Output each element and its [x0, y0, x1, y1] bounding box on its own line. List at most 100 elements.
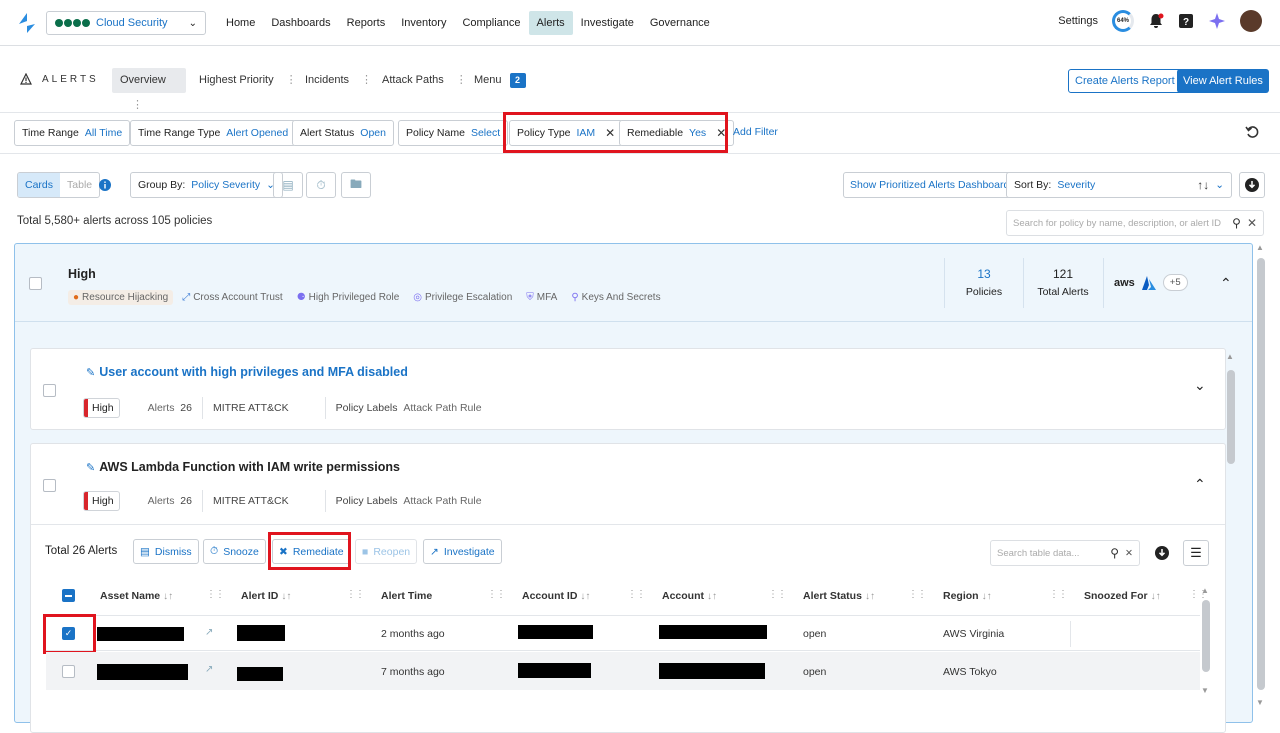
filter-policy-name[interactable]: Policy Name Select [398, 120, 509, 146]
drag-handle-icon[interactable]: ⋮⋮ [206, 589, 225, 600]
table-scrollbar[interactable] [1202, 600, 1210, 672]
external-link-icon[interactable]: ↗ [205, 627, 213, 638]
page-scrollbar[interactable] [1257, 258, 1265, 690]
tab-attack-paths[interactable]: Attack Paths ⋮ [374, 68, 467, 93]
col-alert-id[interactable]: Alert ID ↓↑ [241, 582, 291, 610]
policy-title[interactable]: User account with high privileges and MF… [99, 365, 408, 379]
table-row[interactable] [46, 617, 1200, 651]
filter-time-range-type[interactable]: Time Range Type Alert Opened [130, 120, 297, 146]
drag-handle-icon[interactable]: ⋮⋮ [487, 589, 506, 600]
group-scrollbar[interactable] [1227, 370, 1235, 464]
nav-reports[interactable]: Reports [339, 11, 394, 35]
sort-icon[interactable]: ↓↑ [580, 591, 590, 602]
col-snoozed-for[interactable]: Snoozed For ↓↑ [1084, 582, 1161, 610]
tab-menu[interactable]: Menu 2 [466, 68, 534, 93]
kebab-icon[interactable]: ⋮ [361, 68, 372, 93]
app-logo-icon[interactable] [16, 12, 38, 34]
nav-governance[interactable]: Governance [642, 11, 718, 35]
sort-icon[interactable]: ↓↑ [707, 591, 717, 602]
group-checkbox[interactable] [29, 277, 42, 290]
progress-gauge[interactable]: 64% [1112, 10, 1134, 32]
policy-search-input[interactable]: Search for policy by name, description, … [1006, 210, 1264, 236]
drag-handle-icon[interactable]: ⋮⋮ [1049, 589, 1068, 600]
sort-icon[interactable]: ↓↑ [865, 591, 875, 602]
scroll-up-icon[interactable]: ▲ [1256, 243, 1264, 252]
archive-icon[interactable]: ▤ [273, 172, 303, 198]
policy-card[interactable]: ✎ User account with high privileges and … [30, 348, 1226, 430]
sort-by-select[interactable]: Sort By: Severity ↑↓ ⌄ [1006, 172, 1232, 198]
sort-icon[interactable]: ↓↑ [163, 591, 173, 602]
tab-overview[interactable]: Overview⋮ [112, 68, 186, 111]
add-filter-link[interactable]: Add Filter [733, 126, 778, 138]
col-asset-name[interactable]: Asset Name ↓↑ [100, 582, 173, 610]
view-toggle[interactable]: Cards Table [17, 172, 101, 198]
folder-icon[interactable]: 🖿 [341, 172, 371, 198]
chevron-down-icon[interactable]: ⌄ [1194, 377, 1206, 394]
reset-icon[interactable] [1245, 125, 1259, 139]
investigate-button[interactable]: ↗ Investigate [423, 539, 502, 564]
scroll-up-icon[interactable]: ▲ [1226, 352, 1234, 361]
view-alert-rules-button[interactable]: View Alert Rules [1177, 69, 1269, 93]
create-alerts-report-button[interactable]: Create Alerts Report [1068, 69, 1182, 93]
settings-link[interactable]: Settings [1058, 15, 1098, 27]
select-all-checkbox[interactable] [62, 589, 75, 602]
kebab-icon[interactable]: ⋮ [132, 93, 143, 118]
clear-icon[interactable]: ✕ [1125, 548, 1133, 559]
table-search-input[interactable]: Search table data... ⚲ ✕ [990, 540, 1140, 566]
col-alert-time[interactable]: Alert Time [381, 582, 432, 610]
cards-view-button[interactable]: Cards [18, 173, 61, 197]
row-checkbox[interactable] [62, 665, 75, 678]
table-row[interactable] [46, 652, 1200, 690]
group-by-select[interactable]: Group By: Policy Severity ⌄ [130, 172, 283, 198]
tab-incidents[interactable]: Incidents ⋮ [297, 68, 372, 93]
external-link-icon[interactable]: ↗ [205, 664, 213, 675]
chevron-up-icon[interactable]: ⌃ [1220, 275, 1232, 292]
nav-dashboards[interactable]: Dashboards [263, 11, 338, 35]
kebab-icon[interactable]: ⋮ [286, 68, 297, 93]
scroll-down-icon[interactable]: ▼ [1201, 686, 1209, 695]
sort-icon[interactable]: ↓↑ [982, 591, 992, 602]
download-icon[interactable] [1239, 172, 1265, 198]
show-prioritized-dashboard-button[interactable]: Show Prioritized Alerts Dashboard [843, 172, 1017, 198]
clear-icon[interactable]: ✕ [1247, 216, 1257, 230]
tab-highest-priority[interactable]: Highest Priority ⋮ [191, 68, 297, 93]
policy-title[interactable]: AWS Lambda Function with IAM write permi… [99, 460, 400, 474]
filter-time-range[interactable]: Time Range All Time [14, 120, 131, 146]
table-view-button[interactable]: Table [60, 173, 99, 197]
drag-handle-icon[interactable]: ⋮⋮ [908, 589, 927, 600]
sort-icon[interactable]: ↓↑ [281, 591, 291, 602]
more-clouds-badge[interactable]: +5 [1162, 274, 1188, 291]
group-header[interactable]: High ● Resource Hijacking ⤢ Cross Account … [15, 244, 1252, 322]
scroll-down-icon[interactable]: ▼ [1256, 698, 1264, 707]
product-selector[interactable]: Cloud Security ⌄ [46, 11, 206, 35]
drag-handle-icon[interactable]: ⋮⋮ [346, 589, 365, 600]
sparkle-icon[interactable] [1208, 12, 1226, 30]
download-icon[interactable] [1150, 542, 1174, 564]
col-account-id[interactable]: Account ID ↓↑ [522, 582, 590, 610]
info-icon[interactable] [99, 179, 111, 191]
chevron-up-icon[interactable]: ⌃ [1194, 476, 1206, 493]
kebab-icon[interactable]: ⋮ [456, 68, 467, 93]
col-alert-status[interactable]: Alert Status ↓↑ [803, 582, 875, 610]
snooze-button[interactable]: ⏱ Snooze [203, 539, 266, 564]
col-region[interactable]: Region ↓↑ [943, 582, 992, 610]
drag-handle-icon[interactable]: ⋮⋮ [768, 589, 787, 600]
alarm-clock-icon[interactable]: ⏱ [306, 172, 336, 198]
nav-investigate[interactable]: Investigate [573, 11, 642, 35]
nav-inventory[interactable]: Inventory [393, 11, 454, 35]
nav-compliance[interactable]: Compliance [454, 11, 528, 35]
help-icon[interactable]: ? [1178, 13, 1194, 29]
reopen-button[interactable]: ■ Reopen [355, 539, 418, 564]
columns-icon[interactable]: ☰ [1183, 540, 1209, 566]
scroll-up-icon[interactable]: ▲ [1201, 586, 1209, 595]
avatar[interactable] [1240, 10, 1262, 32]
policy-checkbox[interactable] [43, 384, 56, 397]
sort-icon[interactable]: ↓↑ [1151, 591, 1161, 602]
col-account[interactable]: Account ↓↑ [662, 582, 717, 610]
nav-alerts[interactable]: Alerts [528, 11, 573, 35]
sort-direction-icon[interactable]: ↑↓ [1197, 178, 1209, 192]
bell-icon[interactable] [1148, 13, 1164, 29]
drag-handle-icon[interactable]: ⋮⋮ [627, 589, 646, 600]
nav-home[interactable]: Home [218, 11, 263, 35]
policies-count[interactable]: 13 [955, 267, 1013, 281]
